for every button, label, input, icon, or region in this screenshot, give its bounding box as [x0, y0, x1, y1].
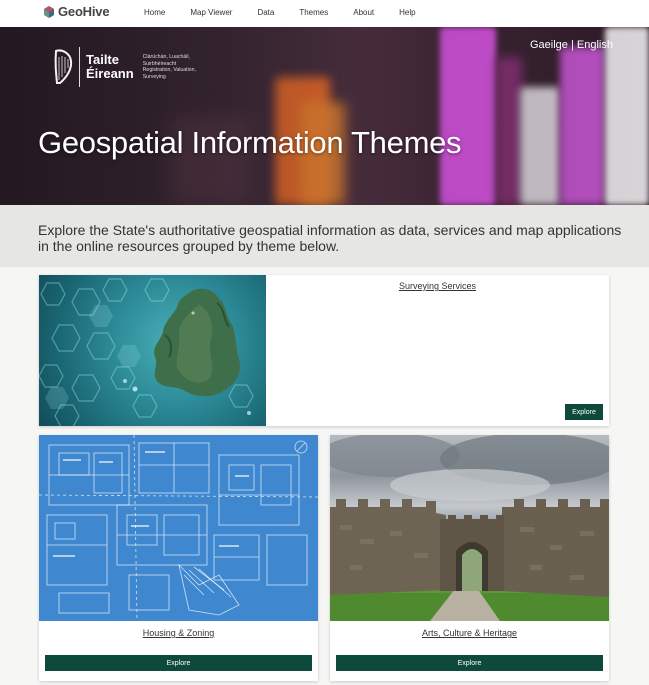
nav-about[interactable]: About	[353, 8, 374, 17]
lang-separator: |	[570, 39, 574, 51]
nav-themes[interactable]: Themes	[299, 8, 328, 17]
theme-card-surveying: Surveying Services Explore	[39, 275, 609, 426]
nav-help[interactable]: Help	[399, 8, 415, 17]
hexagon-pattern	[39, 278, 254, 426]
theme-title-housing[interactable]: Housing & Zoning	[39, 628, 318, 638]
castle-gate-image	[330, 435, 609, 621]
org-tagline-line4: Surveying	[142, 73, 166, 80]
lang-irish-link[interactable]: Gaeilge	[530, 39, 568, 51]
hero-banner: Tailte Éireann Clárúchán, Luacháil, Suir…	[0, 27, 649, 205]
nav-links: Home Map Viewer Data Themes About Help	[144, 8, 416, 17]
page-title: Geospatial Information Themes	[38, 125, 462, 160]
nav-map-viewer[interactable]: Map Viewer	[190, 8, 232, 17]
geohive-logo-text: GeoHive	[58, 4, 110, 19]
blueprint-drawing	[39, 435, 318, 621]
geohive-logo-icon	[44, 5, 54, 18]
tailte-eireann-logo[interactable]: Tailte Éireann Clárúchán, Luacháil, Suir…	[50, 47, 223, 87]
org-name-line1: Tailte	[86, 52, 119, 67]
blueprint-image	[39, 435, 318, 621]
theme-card-arts: Arts, Culture & Heritage Explore	[330, 435, 609, 681]
language-switcher: Gaeilge | English	[530, 39, 613, 51]
theme-card-housing: Housing & Zoning Explore	[39, 435, 318, 681]
ireland-satellite-image	[39, 275, 266, 426]
theme-title-surveying[interactable]: Surveying Services	[266, 281, 609, 291]
explore-arts-button[interactable]: Explore	[336, 655, 603, 671]
org-name-line2: Éireann	[86, 66, 134, 81]
explore-surveying-button[interactable]: Explore	[565, 404, 603, 420]
nav-data[interactable]: Data	[257, 8, 274, 17]
top-nav: GeoHive Home Map Viewer Data Themes Abou…	[0, 0, 649, 27]
org-name: Tailte Éireann	[86, 53, 134, 81]
geohive-logo[interactable]: GeoHive	[44, 4, 110, 19]
intro-band: Explore the State's authoritative geospa…	[0, 205, 649, 267]
logo-divider	[79, 47, 80, 87]
lang-english-link[interactable]: English	[577, 39, 613, 51]
org-tagline: Clárúchán, Luacháil, Suirbhéireacht Regi…	[143, 54, 223, 80]
explore-housing-button[interactable]: Explore	[45, 655, 312, 671]
intro-text: Explore the State's authoritative geospa…	[38, 222, 622, 254]
nav-home[interactable]: Home	[144, 8, 165, 17]
castle-illustration	[330, 435, 609, 621]
harp-icon	[50, 47, 74, 87]
theme-title-arts[interactable]: Arts, Culture & Heritage	[330, 628, 609, 638]
